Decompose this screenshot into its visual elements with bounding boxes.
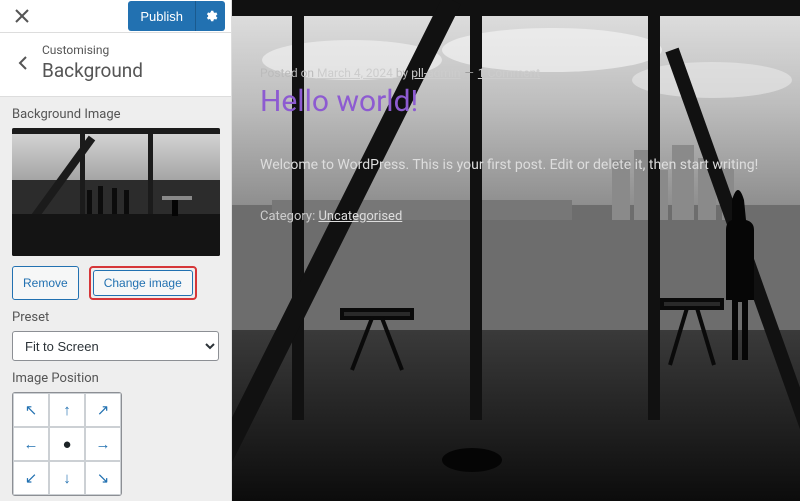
- pos-top-center[interactable]: ↑: [49, 393, 85, 427]
- pos-top-left[interactable]: ↖: [13, 393, 49, 427]
- preview-post: Posted on March 4, 2024 by pll-admin — 1 C…: [232, 0, 800, 290]
- bg-image-thumbnail[interactable]: [12, 128, 220, 256]
- section-title: Background: [42, 59, 143, 82]
- position-grid: ↖ ↑ ↗ ← ● → ↙ ↓ ↘: [12, 392, 122, 496]
- publish-button-group: Publish: [128, 1, 225, 31]
- tutorial-highlight: Change image: [89, 266, 197, 300]
- pos-bottom-center[interactable]: ↓: [49, 461, 85, 495]
- cat-link[interactable]: Uncategorised: [318, 209, 402, 224]
- chevron-left-icon: [18, 56, 28, 70]
- preset-panel: Preset Fit to Screen: [0, 310, 231, 371]
- remove-button[interactable]: Remove: [12, 266, 79, 300]
- post-meta: Posted on March 4, 2024 by pll-admin — 1 C…: [260, 66, 772, 80]
- preset-label: Preset: [12, 310, 219, 325]
- post-title[interactable]: Hello world!: [260, 84, 772, 119]
- close-icon[interactable]: [6, 0, 38, 32]
- gear-icon: [204, 9, 218, 23]
- position-label: Image Position: [12, 371, 219, 386]
- sidebar-header: Publish: [0, 0, 231, 33]
- post-author-link[interactable]: pll-admin: [411, 66, 460, 80]
- pos-mid-right[interactable]: →: [85, 427, 121, 461]
- post-category: Category: Uncategorised: [260, 209, 772, 224]
- meta-by: by: [393, 66, 411, 80]
- publish-button[interactable]: Publish: [128, 1, 195, 31]
- post-body: Welcome to WordPress. This is your first…: [260, 157, 772, 173]
- image-position-panel: Image Position ↖ ↑ ↗ ← ● → ↙ ↓ ↘: [0, 371, 231, 501]
- pos-bottom-left[interactable]: ↙: [13, 461, 49, 495]
- site-preview: Posted on March 4, 2024 by pll-admin — 1 C…: [232, 0, 800, 501]
- post-comments-link[interactable]: 1 Comment: [478, 66, 540, 80]
- post-date-link[interactable]: March 4, 2024: [317, 66, 393, 80]
- section-heading: Customising Background: [42, 43, 143, 82]
- customizer-sidebar: Publish Customising Background Backgroun…: [0, 0, 232, 501]
- bg-image-label: Background Image: [12, 107, 219, 122]
- section-header: Customising Background: [0, 33, 231, 97]
- cat-label: Category:: [260, 209, 318, 224]
- pos-mid-left[interactable]: ←: [13, 427, 49, 461]
- background-image-panel: Background Image Re: [0, 97, 231, 310]
- change-image-button[interactable]: Change image: [93, 270, 193, 296]
- preset-select[interactable]: Fit to Screen: [12, 331, 219, 361]
- pos-center[interactable]: ●: [49, 427, 85, 461]
- bg-image-actions: Remove Change image: [12, 266, 219, 300]
- breadcrumb: Customising: [42, 43, 143, 57]
- pos-top-right[interactable]: ↗: [85, 393, 121, 427]
- pos-bottom-right[interactable]: ↘: [85, 461, 121, 495]
- meta-separator: —: [464, 66, 473, 80]
- publish-settings-button[interactable]: [195, 1, 225, 31]
- back-button[interactable]: [14, 56, 32, 70]
- meta-prefix: Posted on: [260, 66, 317, 80]
